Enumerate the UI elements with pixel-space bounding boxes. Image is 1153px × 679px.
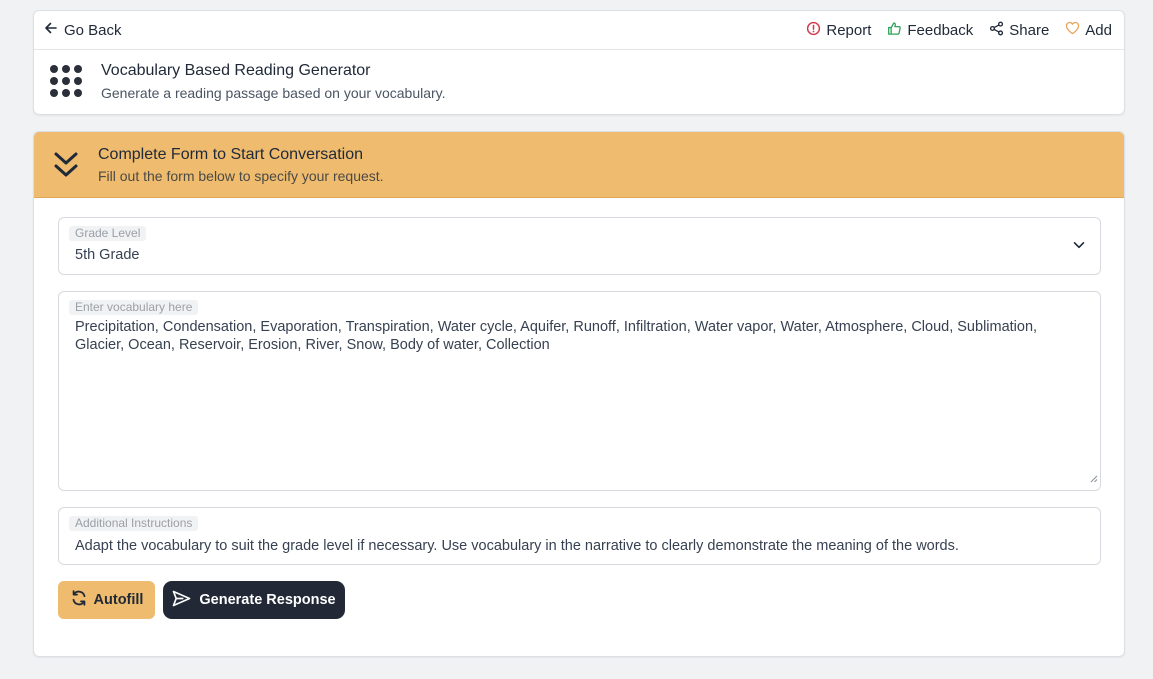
grade-level-value: 5th Grade (75, 247, 140, 263)
add-label: Add (1085, 21, 1112, 39)
report-button[interactable]: Report (806, 21, 871, 40)
tool-heading: Vocabulary Based Reading Generator Gener… (34, 50, 1124, 113)
generate-response-button[interactable]: Generate Response (163, 581, 345, 619)
form-header[interactable]: Complete Form to Start Conversation Fill… (34, 132, 1124, 198)
instructions-label: Additional Instructions (69, 516, 199, 531)
go-back-button[interactable]: Go Back (44, 21, 122, 39)
header-actions: Report Feedback Share Add (806, 21, 1112, 40)
form-subtitle: Fill out the form below to specify your … (98, 167, 384, 184)
thumbs-up-icon (887, 21, 902, 40)
heart-icon (1065, 21, 1080, 39)
additional-instructions-input[interactable]: Additional Instructions Adapt the vocabu… (58, 507, 1101, 565)
share-icon (989, 21, 1004, 40)
grade-level-label: Grade Level (69, 226, 147, 241)
share-button[interactable]: Share (989, 21, 1049, 40)
feedback-button[interactable]: Feedback (887, 21, 973, 40)
alert-circle-icon (806, 21, 821, 40)
arrow-left-icon (44, 21, 58, 39)
tool-header-card: Go Back Report Feedback Share Add Vocabu… (33, 10, 1125, 115)
double-chevron-down-icon (50, 151, 82, 179)
tool-title: Vocabulary Based Reading Generator (101, 62, 371, 79)
send-icon (172, 590, 191, 611)
vocabulary-textarea[interactable]: Enter vocabulary here Precipitation, Con… (58, 291, 1101, 491)
form-title: Complete Form to Start Conversation (98, 145, 363, 163)
refresh-icon (70, 589, 88, 611)
resize-handle-icon[interactable] (1089, 470, 1098, 488)
feedback-label: Feedback (907, 21, 974, 39)
vocabulary-value: Precipitation, Condensation, Evaporation… (75, 319, 1038, 353)
chevron-down-icon (1072, 238, 1086, 257)
top-bar: Go Back Report Feedback Share Add (34, 11, 1124, 50)
vocabulary-label: Enter vocabulary here (69, 300, 199, 315)
grade-level-select[interactable]: Grade Level 5th Grade (58, 217, 1101, 275)
instructions-value: Adapt the vocabulary to suit the grade l… (75, 538, 959, 554)
add-button[interactable]: Add (1065, 21, 1112, 39)
share-label: Share (1009, 21, 1050, 39)
autofill-button[interactable]: Autofill (58, 581, 155, 619)
generate-label: Generate Response (199, 592, 336, 608)
grid-dots-icon (50, 64, 84, 99)
tool-subtitle: Generate a reading passage based on your… (101, 85, 446, 101)
autofill-label: Autofill (93, 592, 144, 608)
request-form-card: Complete Form to Start Conversation Fill… (33, 131, 1125, 657)
go-back-label: Go Back (64, 21, 122, 39)
report-label: Report (826, 21, 872, 39)
